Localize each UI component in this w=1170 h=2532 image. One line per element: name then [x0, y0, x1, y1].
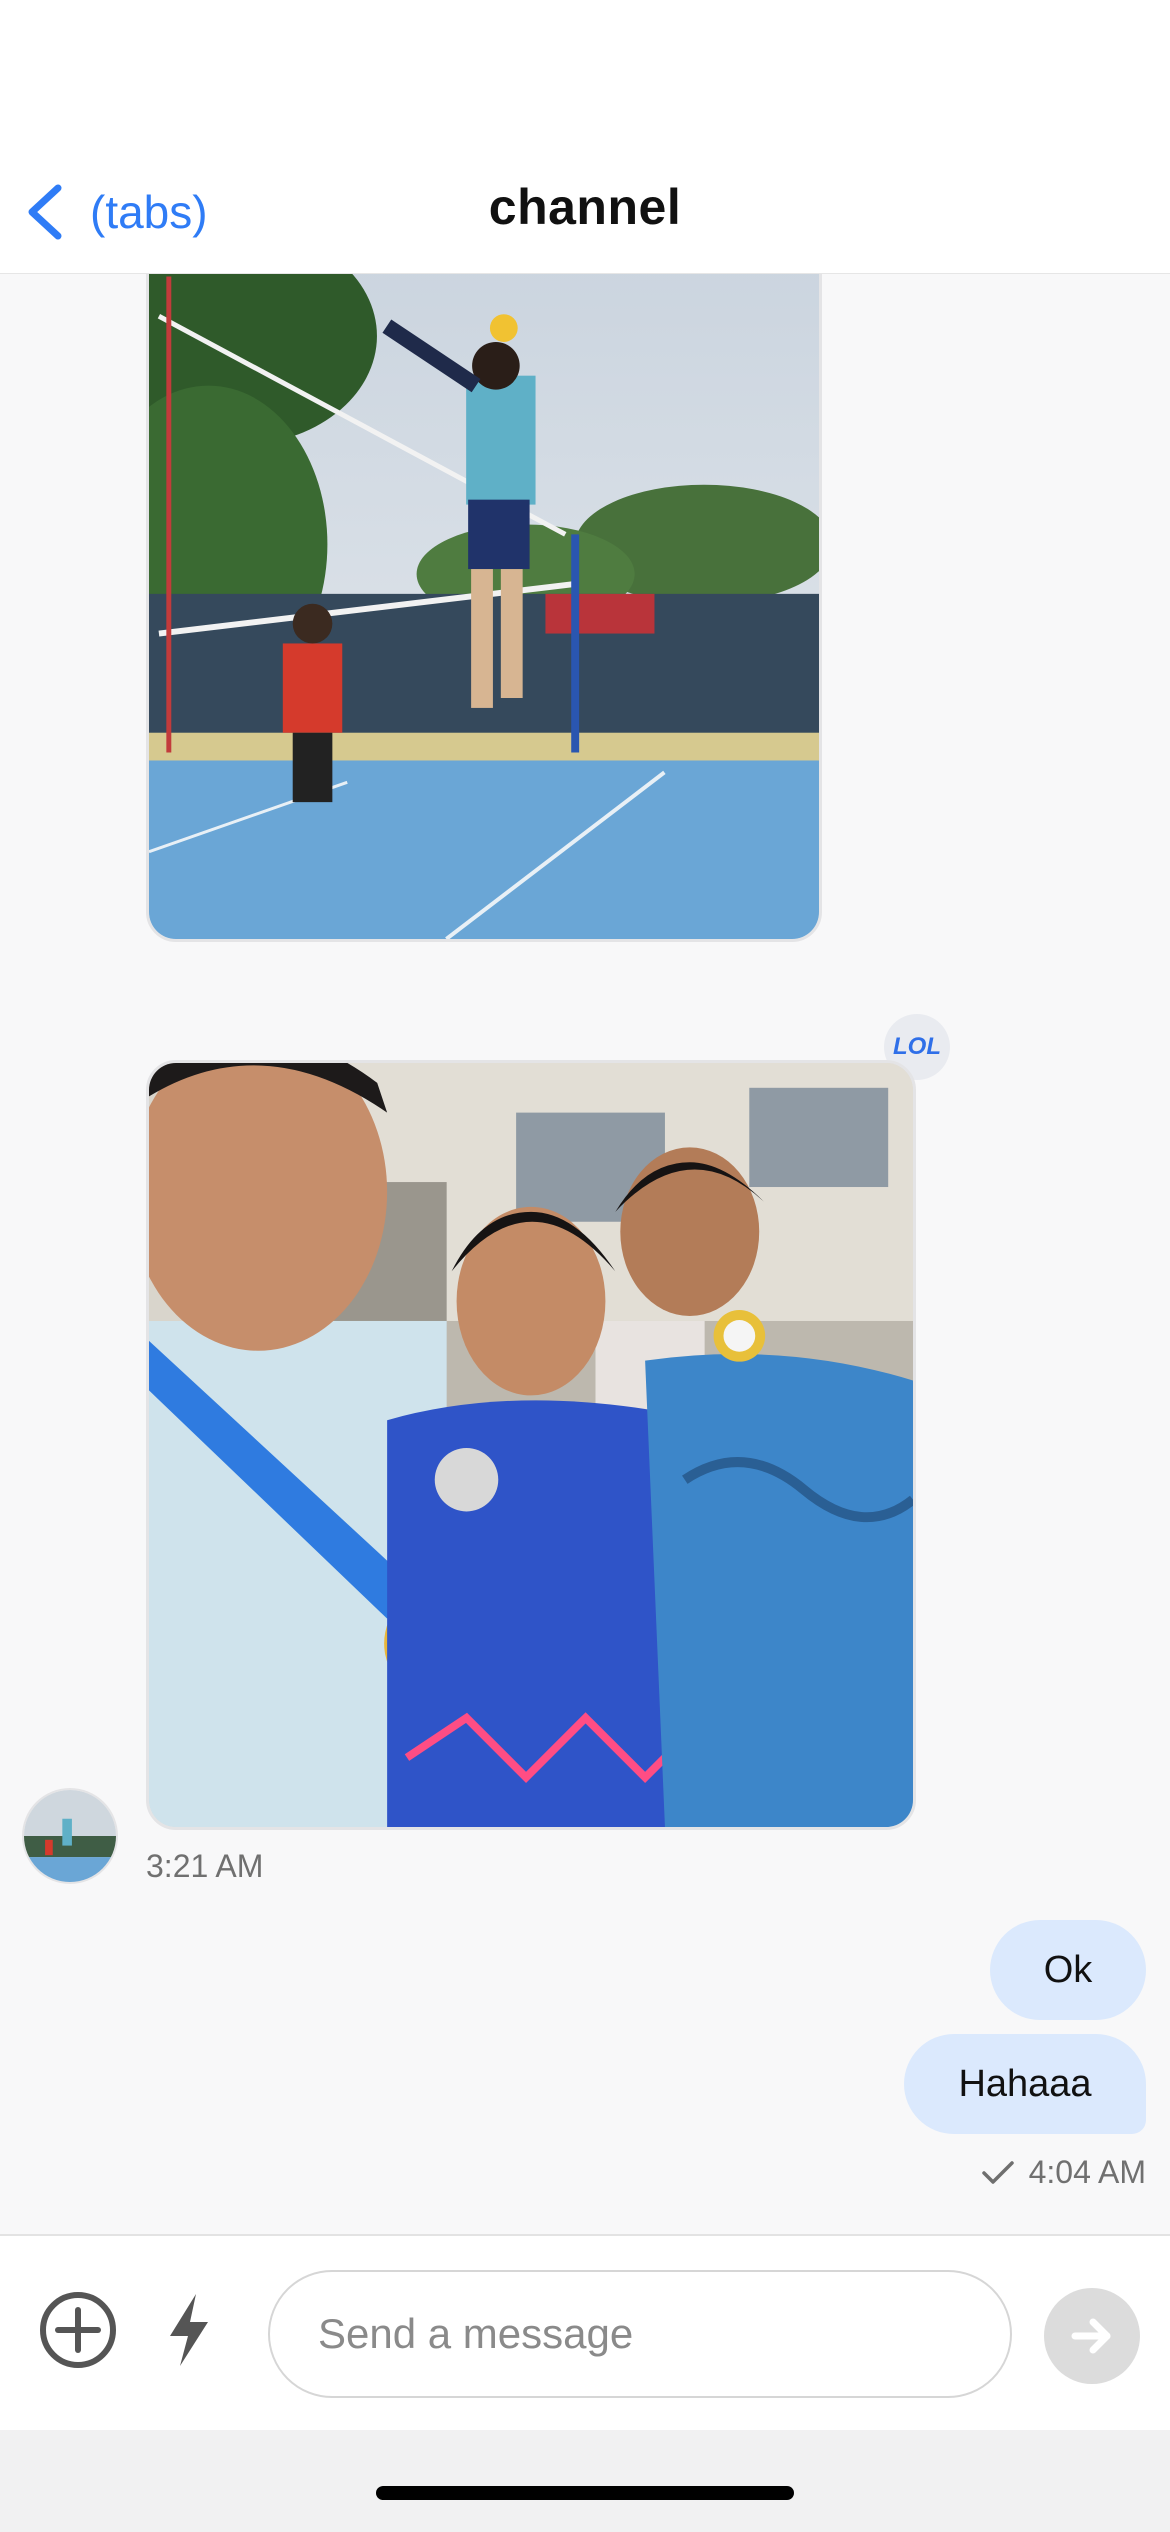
sent-message-bubble[interactable]: Hahaaa	[904, 2034, 1146, 2134]
status-bar	[0, 0, 1170, 150]
avatar[interactable]	[22, 1788, 118, 1884]
volleyball-spike-photo[interactable]	[146, 274, 822, 942]
message-composer	[0, 2234, 1170, 2430]
received-timestamp: 3:21 AM	[146, 1848, 264, 1884]
message-list[interactable]: LOL 3:21 AM Ok Hahaaa 4:04 AM	[0, 274, 1170, 2234]
sent-message-bubble[interactable]: Ok	[990, 1920, 1146, 2020]
page-title: channel	[488, 179, 682, 235]
lightning-bolt-icon[interactable]	[166, 2292, 212, 2368]
arrow-right-icon	[1071, 2318, 1111, 2354]
sent-status: 4:04 AM	[981, 2154, 1146, 2191]
send-button[interactable]	[1044, 2288, 1140, 2384]
checkmark-icon	[981, 2160, 1014, 2184]
home-indicator-area	[0, 2430, 1170, 2532]
sent-timestamp: 4:04 AM	[1028, 2154, 1146, 2190]
home-indicator[interactable]	[376, 2486, 794, 2500]
add-attachment-icon[interactable]	[38, 2290, 118, 2370]
nav-bar: (tabs) channel	[0, 150, 1170, 274]
medal-selfie-photo[interactable]	[146, 1060, 916, 1830]
message-input[interactable]	[268, 2270, 1012, 2398]
